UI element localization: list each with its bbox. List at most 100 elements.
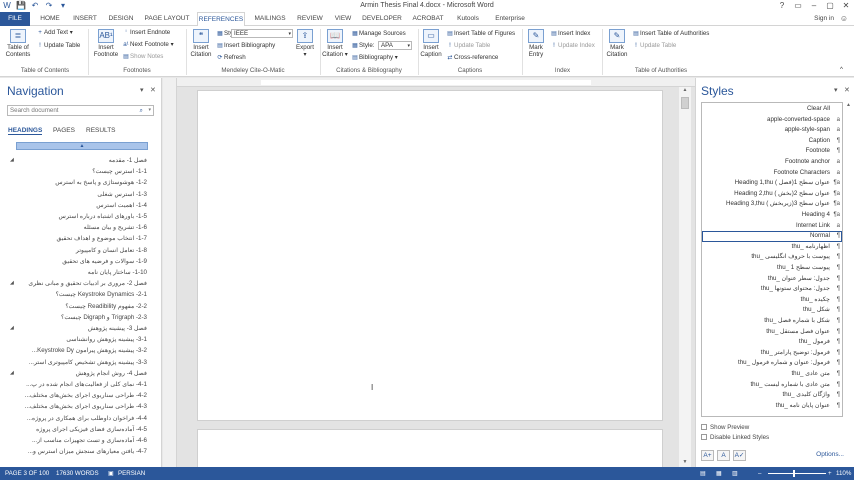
close-icon[interactable]: ✕ [150,86,156,94]
style-item[interactable]: Normal [810,231,830,242]
style-item[interactable]: thu_ پیوست با حروف انگلیسی [751,252,830,263]
navigation-heading[interactable]: 1-6- تشریح و بیان مسئله [84,222,147,233]
navigation-heading[interactable]: 1-8- تعامل انسان و کامپیوتر [76,245,147,256]
search-document-input[interactable]: Search document ⌕ ▾ [7,105,154,116]
pane-options-icon[interactable]: ▾ [140,86,144,94]
zoom-in-icon[interactable]: + [828,467,832,480]
tab-results[interactable]: RESULTS [86,127,116,134]
style-item[interactable]: thu_ جدول: محتوای ستونها [761,284,830,295]
tab-file[interactable]: FILE [0,12,30,26]
show-notes-button[interactable]: ▤Show Notes [122,53,163,60]
manage-styles-icon[interactable]: A✓ [733,450,746,461]
tab-developer[interactable]: DEVELOPER [361,12,403,26]
show-preview-checkbox[interactable]: Show Preview [701,424,749,431]
expand-collapse-icon[interactable]: ◢ [10,157,14,163]
style-inspector-icon[interactable]: A [717,450,730,461]
style-item[interactable]: thu_ فرمول [799,337,830,348]
style-item[interactable]: thu_ پیوست سطح 1 [777,263,830,274]
collapse-headings-bar[interactable]: ▲ [16,142,148,150]
mendeley-refresh-button[interactable]: ⟳Refresh [216,54,245,61]
style-item[interactable]: apple-converted-space [767,115,830,126]
mendeley-insert-citation-button[interactable]: ❝ Insert Citation [188,29,214,58]
insert-index-button[interactable]: ▤Insert Index [550,30,590,37]
style-item[interactable]: thu_ شکل [803,305,830,316]
close-button[interactable]: ✕ [838,0,854,12]
disable-linked-styles-checkbox[interactable]: Disable Linked Styles [701,434,769,441]
close-icon[interactable]: ✕ [844,86,850,94]
insert-footnote-button[interactable]: AB¹ Insert Footnote [92,29,120,58]
style-item[interactable]: thu_ عنوان پایان نامه [776,401,830,412]
search-icon[interactable]: ⌕ [140,106,143,115]
update-table-figures-button[interactable]: ! Update Table [446,42,490,49]
document-page-next[interactable] [197,429,663,467]
language-indicator[interactable]: PERSIAN [118,467,145,480]
style-item[interactable]: Clear All [807,104,830,115]
navigation-heading[interactable]: 4-1- نمای کلی از فعالیت‌های انجام شده در… [26,379,147,390]
tab-view[interactable]: VIEW [331,12,355,26]
navigation-heading[interactable]: 3-2- پیشینه پژوهش پیرامون Keystroke Dy..… [32,345,147,356]
help-button[interactable]: ? [774,0,790,12]
mark-entry-button[interactable]: ✎ Mark Entry [525,29,547,58]
style-item[interactable]: Heading 2,thu عنوان سطح 2(بخش ) [734,189,830,200]
citation-style-select[interactable]: APA ▾ [378,41,412,50]
insert-caption-button[interactable]: ▭ Insert Caption [420,29,442,58]
document-page[interactable] [197,90,663,421]
navigation-heading[interactable]: فصل 4- روش انجام پژوهش [76,368,147,379]
navigation-heading[interactable]: 3-3- پیشینه پژوهش تشخیص کامپیوتری استر..… [29,357,147,368]
insert-citation-button[interactable]: 📖 Insert Citation ▾ [322,29,348,58]
bibliography-button[interactable]: ▤Bibliography ▾ [351,54,398,61]
expand-collapse-icon[interactable]: ◢ [10,325,14,331]
style-item[interactable]: Internet Link [796,221,830,232]
print-layout-icon[interactable]: ▦ [716,467,722,480]
add-text-button[interactable]: + Add Text ▾ [36,29,73,36]
navigation-heading[interactable]: 4-4- فراخوان داوطلب برای همکاری در پروژه… [27,413,147,424]
style-item[interactable]: thu_ فرمول: عنوان و شماره فرمول [738,358,830,369]
style-item[interactable]: thu_ واژگان کلیدی [782,390,830,401]
style-item[interactable]: Footnote Characters [774,168,830,179]
table-of-contents-button[interactable]: ≣ Table of Contents [3,29,33,58]
web-layout-icon[interactable]: ▥ [732,467,738,480]
update-index-button[interactable]: ! Update Index [550,42,595,49]
navigation-heading[interactable]: 1-4- اهمیت استرس [96,200,147,211]
scroll-up-icon[interactable]: ▲ [844,102,853,108]
styles-options-link[interactable]: Options... [816,451,844,458]
navigation-heading[interactable]: 1-5- باورهای اشتباه درباره استرس [58,211,147,222]
feedback-smiley-icon[interactable]: ☺ [840,14,848,23]
sign-in-link[interactable]: Sign in [814,15,834,22]
tab-headings[interactable]: HEADINGS [8,127,43,135]
mendeley-export-button[interactable]: ⇪ Export ▾ [294,29,316,58]
zoom-out-icon[interactable]: – [758,467,761,480]
zoom-slider[interactable] [768,473,826,474]
navigation-heading[interactable]: 4-6- آماده‌سازی و تست تجهیزات مناسب از..… [32,435,147,446]
read-mode-icon[interactable]: ▤ [700,467,706,480]
expand-collapse-icon[interactable]: ◢ [10,280,14,286]
insert-endnote-button[interactable]: ⁱ Insert Endnote [122,29,170,36]
style-item[interactable]: Heading 4 [802,210,830,221]
navigation-heading[interactable]: 1-7- انتخاب موضوع و اهداف تحقیق [57,233,148,244]
style-item[interactable]: Heading 3,thu عنوان سطح 3(زیربخش ) [726,199,830,210]
tab-acrobat[interactable]: ACROBAT [409,12,447,26]
navigation-heading[interactable]: 1-3- استرس شغلی [97,189,147,200]
navigation-heading[interactable]: 2-1- Keystroke Dynamics چیست؟ [56,289,147,300]
tab-page-layout[interactable]: PAGE LAYOUT [142,12,192,26]
proofing-icon[interactable]: ▣ [108,467,114,480]
style-item[interactable]: thu_ شکل با شماره فصل [764,316,830,327]
tab-review[interactable]: REVIEW [295,12,325,26]
tab-design[interactable]: DESIGN [106,12,136,26]
navigation-heading[interactable]: فصل 2- مروری بر ادبیات تحقیق و مبانی نظر… [28,278,147,289]
tab-mailings[interactable]: MAILINGS [251,12,289,26]
insert-table-of-figures-button[interactable]: ▤Insert Table of Figures [446,30,515,37]
insert-table-of-authorities-button[interactable]: ▤Insert Table of Authorities [632,30,709,37]
word-count[interactable]: 17630 WORDS [56,467,99,480]
style-item[interactable]: Footnote [806,146,830,157]
style-item[interactable]: thu_ جدول: سطر عنوان [768,274,830,285]
tab-insert[interactable]: INSERT [70,12,100,26]
tab-enterprise[interactable]: Enterprise [490,12,530,26]
navigation-heading[interactable]: 4-7- یافتن معیارهای سنجش میزان استرس و..… [28,446,147,457]
scroll-thumb[interactable] [681,97,689,109]
navigation-heading[interactable]: 4-3- طراحی سناریوی اجرای بخش‌های مختلف..… [25,401,147,412]
navigation-heading[interactable]: 3-1- پیشینه پژوهش روانشناسی [66,334,147,345]
minimize-button[interactable]: – [806,0,822,12]
tab-pages[interactable]: PAGES [53,127,75,134]
mendeley-style-select[interactable]: IEEE ▾ [231,29,293,38]
